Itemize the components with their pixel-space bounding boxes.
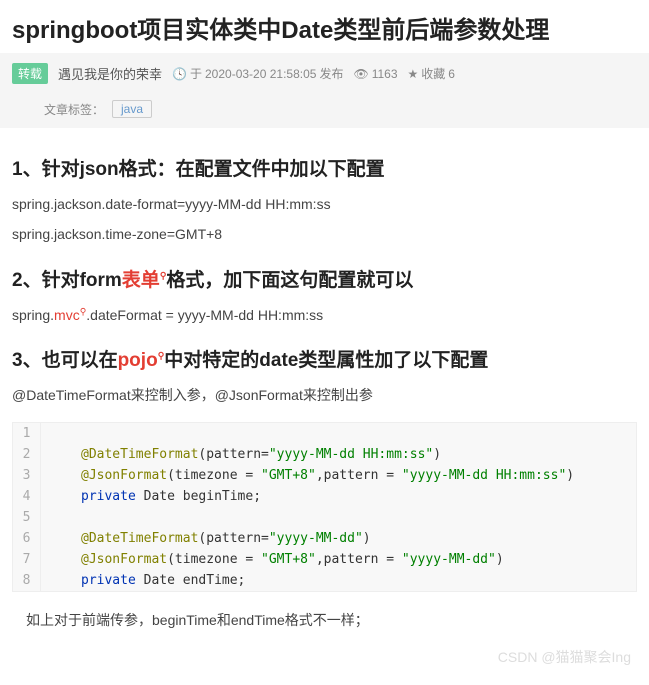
code-line	[41, 423, 636, 444]
section-1-heading: 1、针对json格式：在配置文件中加以下配置	[12, 154, 637, 181]
meta-bar: 转载 遇见我是你的荣幸 🕓 于 2020-03-20 21:58:05 发布 👁…	[0, 53, 649, 94]
keyword-link[interactable]: pojo⚲	[118, 350, 165, 371]
config-line: spring.mvc⚲.dateFormat = yyyy-MM-dd HH:m…	[12, 304, 637, 328]
article-content: 1、针对json格式：在配置文件中加以下配置 spring.jackson.da…	[0, 128, 649, 656]
code-line: @JsonFormat(timezone = "GMT+8",pattern =…	[41, 465, 636, 486]
line-number: 4	[13, 486, 41, 507]
author-name[interactable]: 遇见我是你的荣幸	[58, 64, 162, 83]
config-line: spring.jackson.time-zone=GMT+8	[12, 223, 637, 247]
line-number: 7	[13, 549, 41, 570]
eye-icon: 👁	[353, 67, 368, 81]
footnote: 如上对于前端传参，beginTime和endTime格式不一样；	[12, 610, 637, 630]
view-count: 👁 1163	[353, 67, 397, 81]
search-icon: ⚲	[160, 270, 167, 280]
article-title: springboot项目实体类中Date类型前后端参数处理	[0, 0, 649, 53]
line-number: 1	[13, 423, 41, 444]
line-number: 8	[13, 570, 41, 591]
star-icon: ★	[408, 67, 419, 81]
code-line: @DateTimeFormat(pattern="yyyy-MM-dd HH:m…	[41, 444, 636, 465]
repost-badge: 转载	[12, 63, 48, 84]
code-line: @JsonFormat(timezone = "GMT+8",pattern =…	[41, 549, 636, 570]
code-line	[41, 507, 636, 528]
tags-label: 文章标签：	[44, 101, 104, 118]
clock-icon: 🕓	[172, 67, 187, 81]
section-3-heading: 3、也可以在pojo⚲中对特定的date类型属性加了以下配置	[12, 345, 637, 372]
search-icon: ⚲	[80, 306, 87, 316]
code-line: private Date beginTime;	[41, 486, 636, 507]
code-line: @DateTimeFormat(pattern="yyyy-MM-dd")	[41, 528, 636, 549]
tags-bar: 文章标签： java	[0, 94, 649, 128]
publish-time: 🕓 于 2020-03-20 21:58:05 发布	[172, 65, 343, 82]
section-3-desc: @DateTimeFormat来控制入参，@JsonFormat来控制出参	[12, 384, 637, 408]
section-2-heading: 2、针对form表单⚲格式，加下面这句配置就可以	[12, 265, 637, 292]
config-line: spring.jackson.date-format=yyyy-MM-dd HH…	[12, 193, 637, 217]
search-icon: ⚲	[158, 351, 165, 361]
tag-java[interactable]: java	[112, 100, 152, 118]
code-line: private Date endTime;	[41, 570, 636, 591]
line-number: 6	[13, 528, 41, 549]
line-number: 5	[13, 507, 41, 528]
favorite-count[interactable]: ★ 收藏 6	[408, 65, 455, 82]
keyword-link[interactable]: 表单⚲	[122, 270, 167, 291]
keyword-link[interactable]: mvc⚲	[54, 307, 86, 323]
code-block: 12@DateTimeFormat(pattern="yyyy-MM-dd HH…	[12, 422, 637, 592]
line-number: 3	[13, 465, 41, 486]
line-number: 2	[13, 444, 41, 465]
